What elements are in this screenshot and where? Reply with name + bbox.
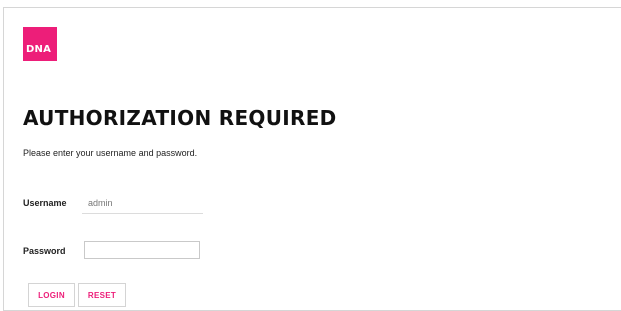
login-button[interactable]: LOGIN <box>28 283 75 307</box>
password-field[interactable] <box>84 241 200 259</box>
password-label: Password <box>23 246 66 256</box>
page-title: AUTHORIZATION REQUIRED <box>23 106 337 130</box>
reset-button[interactable]: RESET <box>78 283 126 307</box>
dna-logo: DNA <box>23 27 57 61</box>
page-subtitle: Please enter your username and password. <box>23 148 198 158</box>
username-label: Username <box>23 198 67 208</box>
logo-text: DNA <box>26 44 52 55</box>
login-panel: DNA AUTHORIZATION REQUIRED Please enter … <box>3 7 621 311</box>
username-field[interactable] <box>82 192 203 214</box>
